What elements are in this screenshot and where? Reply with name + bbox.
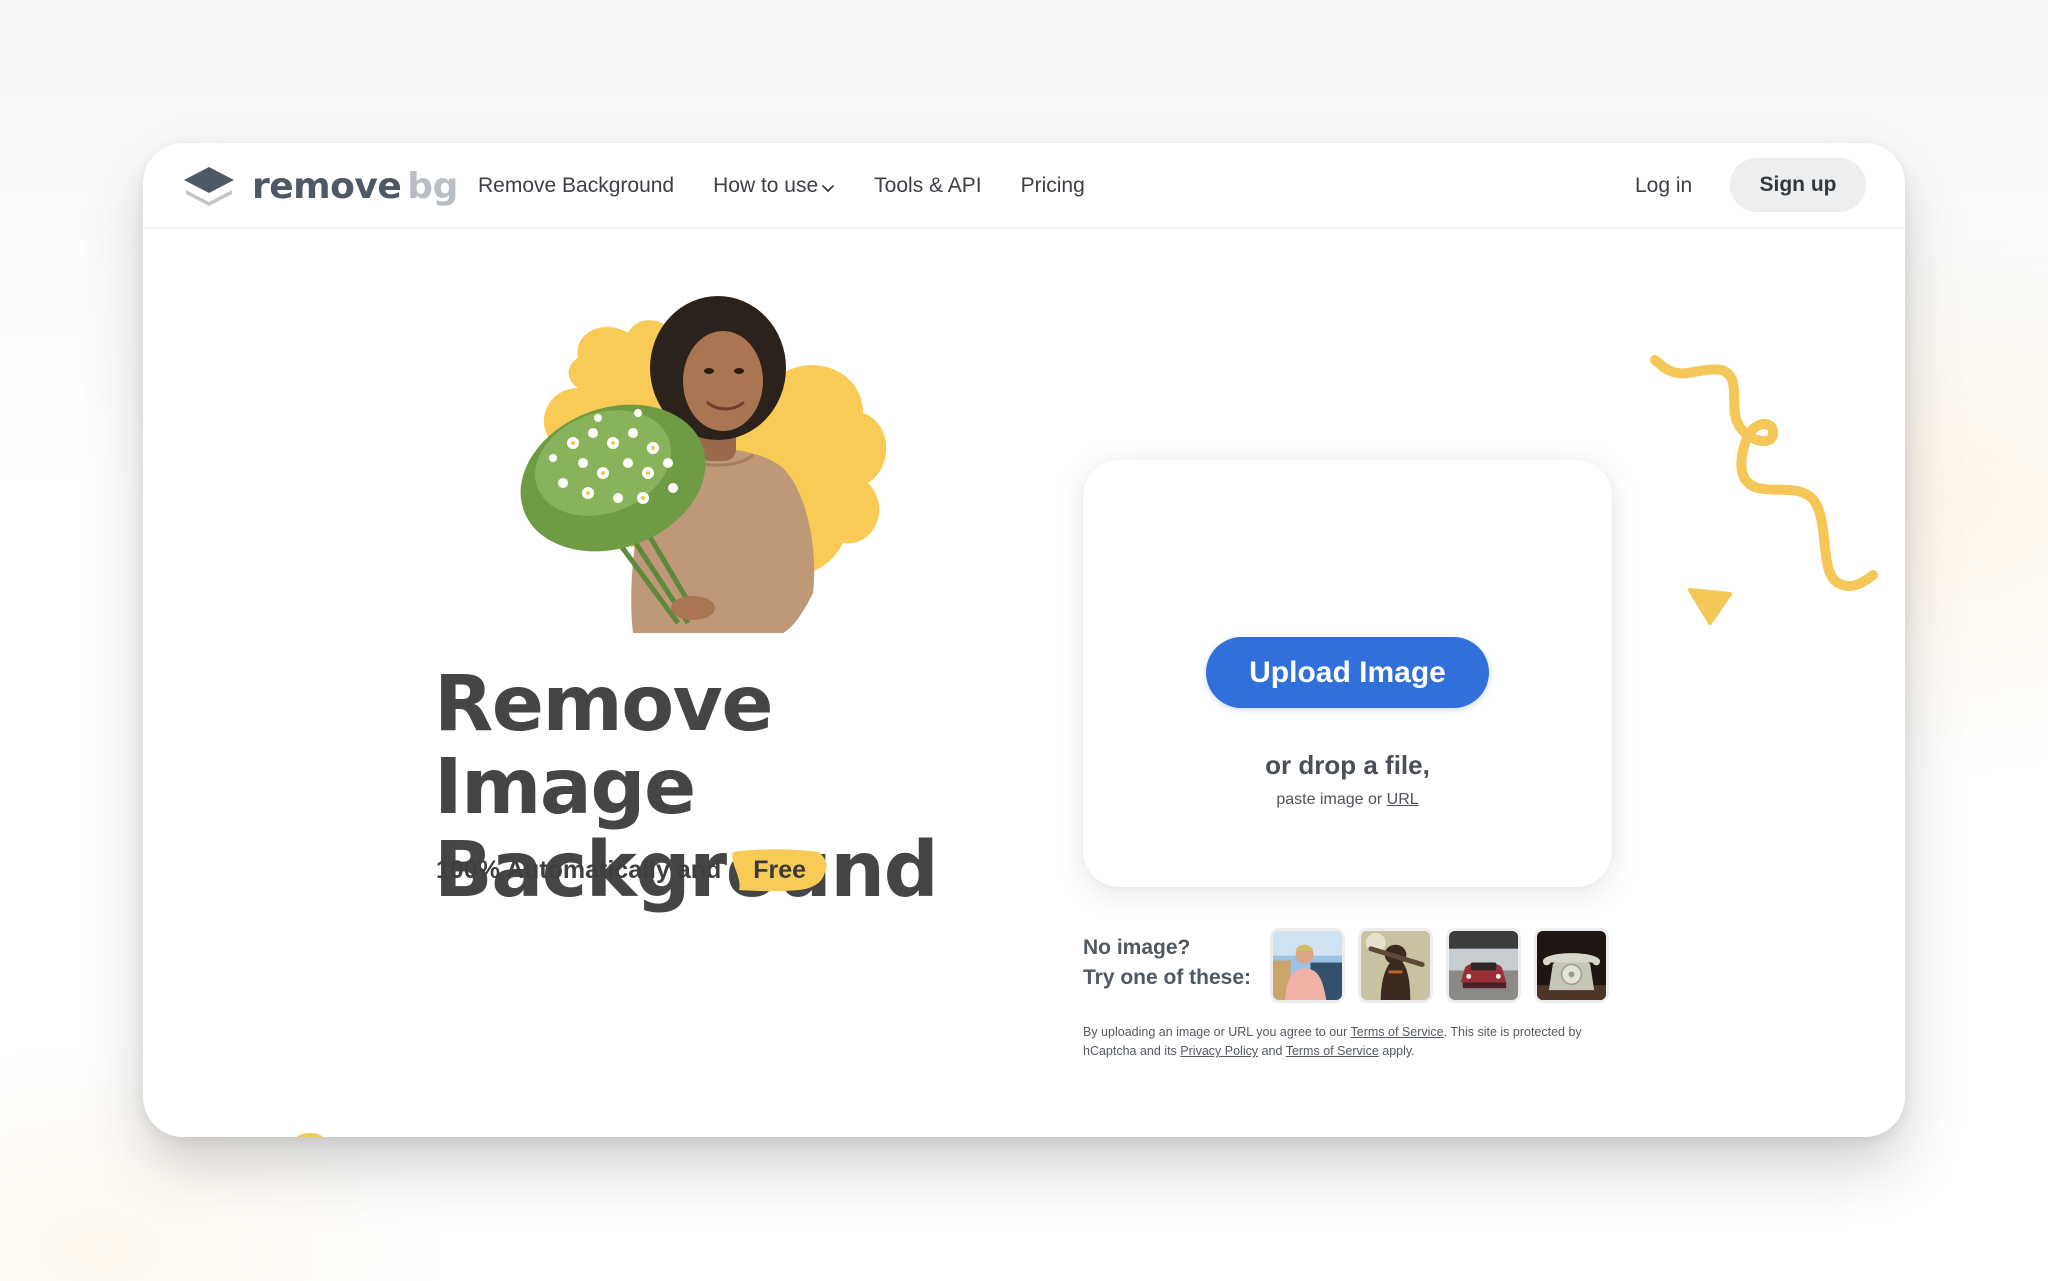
samples-label-line-2: Try one of these:: [1083, 966, 1252, 989]
legal-text: apply.: [1382, 1044, 1415, 1058]
paste-prefix: paste image or: [1276, 791, 1383, 808]
signup-button[interactable]: Sign up: [1730, 158, 1866, 212]
legal-text: By uploading an image or URL you agree t…: [1083, 1025, 1348, 1039]
login-link[interactable]: Log in: [1635, 171, 1692, 201]
nav-how-to-use[interactable]: How to use: [713, 174, 835, 198]
site-header: remove bg Remove Background How to use To…: [143, 143, 1905, 229]
nav-tools-api[interactable]: Tools & API: [874, 174, 981, 198]
main-nav: Remove Background How to use Tools & API…: [478, 143, 1124, 229]
upload-image-button[interactable]: Upload Image: [1206, 637, 1489, 708]
subtitle-text: 100% Automatically and: [436, 855, 722, 884]
nav-label: Remove Background: [478, 174, 675, 197]
sample-thumbnail-phone[interactable]: [1534, 928, 1609, 1003]
paste-text: paste image or URL: [1083, 791, 1612, 809]
terms-of-service-link[interactable]: Terms of Service: [1351, 1025, 1444, 1039]
logo-text: remove bg: [252, 165, 458, 207]
legal-notice: By uploading an image or URL you agree t…: [1083, 1023, 1623, 1061]
sample-thumbnail-person[interactable]: [1270, 928, 1345, 1003]
car-photo-icon: [1449, 931, 1518, 1000]
samples-label-line-1: No image?: [1083, 936, 1191, 959]
hero-image: [520, 296, 887, 633]
logo-link[interactable]: remove bg: [182, 163, 458, 209]
drop-file-text: or drop a file,: [1265, 750, 1430, 780]
privacy-policy-link[interactable]: Privacy Policy: [1180, 1044, 1258, 1058]
url-link[interactable]: URL: [1387, 791, 1419, 808]
title-line-1: Remove Image: [434, 660, 774, 832]
nav-label: Pricing: [1020, 174, 1085, 197]
sample-thumbnail-car[interactable]: [1446, 928, 1521, 1003]
chevron-down-icon: [822, 185, 835, 193]
sample-thumbnails: [1270, 928, 1622, 1003]
nav-remove-background[interactable]: Remove Background: [478, 174, 674, 198]
squiggle-decoration: [1650, 355, 1878, 625]
layers-icon: [184, 167, 234, 206]
nav-pricing[interactable]: Pricing: [1021, 174, 1085, 198]
samples-label: No image? Try one of these:: [1083, 933, 1251, 993]
yellow-arc-decoration: [296, 1133, 324, 1137]
legal-text: and: [1261, 1044, 1283, 1058]
nav-label: How to use: [713, 174, 819, 197]
triangle-decoration: [1688, 588, 1732, 625]
subtitle: 100% Automatically and Free: [436, 848, 827, 892]
browser-page-card: remove bg Remove Background How to use To…: [143, 143, 1905, 1137]
sample-thumbnail-dog[interactable]: [1358, 928, 1433, 1003]
free-highlight: Free: [732, 848, 827, 891]
person-photo-icon: [1273, 931, 1342, 1000]
dog-photo-icon: [1361, 931, 1430, 1000]
upload-dropzone[interactable]: Upload Image or drop a file, paste image…: [1083, 460, 1612, 887]
telephone-photo-icon: [1537, 931, 1606, 1000]
nav-label: Tools & API: [874, 174, 982, 197]
terms-of-service-link-2[interactable]: Terms of Service: [1286, 1044, 1379, 1058]
